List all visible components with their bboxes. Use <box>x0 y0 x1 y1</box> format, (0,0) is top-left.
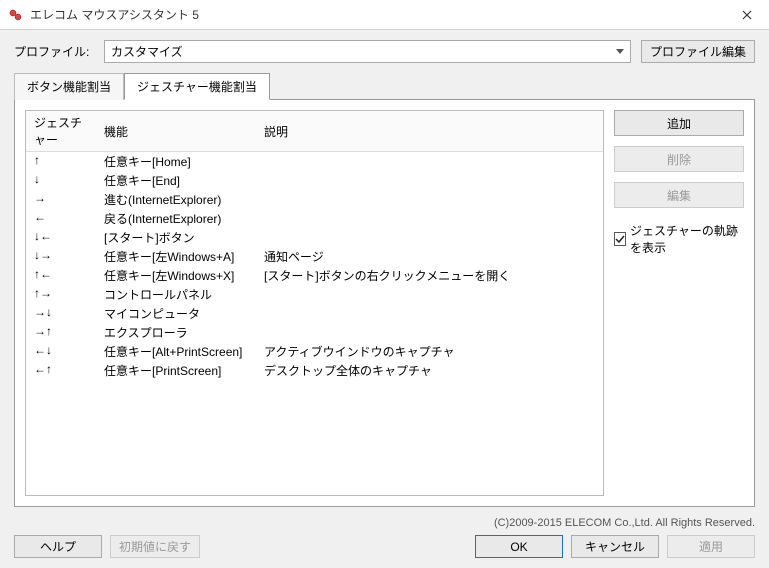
side-buttons: 追加 削除 編集 ジェスチャーの軌跡を表示 <box>614 110 744 496</box>
trajectory-checkbox-row[interactable]: ジェスチャーの軌跡を表示 <box>614 222 744 256</box>
cell-function: コントロールパネル <box>96 285 256 304</box>
copyright: (C)2009-2015 ELECOM Co.,Ltd. All Rights … <box>0 513 769 529</box>
profile-edit-button[interactable]: プロファイル編集 <box>641 40 755 63</box>
tab-button-assign[interactable]: ボタン機能割当 <box>14 73 124 100</box>
profile-value: カスタマイズ <box>111 43 183 60</box>
profile-label: プロファイル: <box>14 43 94 60</box>
tab-panel: ジェスチャー 機能 説明 ↑任意キー[Home]↓任意キー[End]→進む(In… <box>14 99 755 507</box>
table-row[interactable]: ↓←[スタート]ボタン <box>26 228 603 247</box>
table-row[interactable]: ←↓任意キー[Alt+PrintScreen]アクティブウインドウのキャプチャ <box>26 342 603 361</box>
col-function[interactable]: 機能 <box>96 111 256 152</box>
col-gesture[interactable]: ジェスチャー <box>26 111 96 152</box>
table-row[interactable]: ↓任意キー[End] <box>26 171 603 190</box>
cell-description: デスクトップ全体のキャプチャ <box>256 361 603 380</box>
table-row[interactable]: →↑エクスプローラ <box>26 323 603 342</box>
cell-description <box>256 323 603 342</box>
cell-function: 進む(InternetExplorer) <box>96 190 256 209</box>
reset-button[interactable]: 初期値に戻す <box>110 535 200 558</box>
gesture-table: ジェスチャー 機能 説明 ↑任意キー[Home]↓任意キー[End]→進む(In… <box>26 111 603 380</box>
cell-description: アクティブウインドウのキャプチャ <box>256 342 603 361</box>
cell-description: [スタート]ボタンの右クリックメニューを開く <box>256 266 603 285</box>
col-description[interactable]: 説明 <box>256 111 603 152</box>
cell-gesture: ↓ <box>26 171 96 190</box>
cell-function: エクスプローラ <box>96 323 256 342</box>
cell-function: 任意キー[左Windows+X] <box>96 266 256 285</box>
close-icon[interactable] <box>725 0 769 30</box>
gesture-table-wrap: ジェスチャー 機能 説明 ↑任意キー[Home]↓任意キー[End]→進む(In… <box>25 110 604 496</box>
table-row[interactable]: →進む(InternetExplorer) <box>26 190 603 209</box>
cell-function: 任意キー[PrintScreen] <box>96 361 256 380</box>
table-row[interactable]: ↑←任意キー[左Windows+X][スタート]ボタンの右クリックメニューを開く <box>26 266 603 285</box>
cell-gesture: →↑ <box>26 323 96 342</box>
delete-button[interactable]: 削除 <box>614 146 744 172</box>
trajectory-checkbox-label: ジェスチャーの軌跡を表示 <box>630 222 744 256</box>
cell-gesture: ← <box>26 209 96 228</box>
cell-description <box>256 228 603 247</box>
cell-description: 通知ページ <box>256 247 603 266</box>
profile-select[interactable]: カスタマイズ <box>104 40 631 63</box>
cell-gesture: ↑ <box>26 152 96 172</box>
ok-button[interactable]: OK <box>475 535 563 558</box>
cell-gesture: ↓→ <box>26 247 96 266</box>
table-row[interactable]: →↓マイコンピュータ <box>26 304 603 323</box>
cell-description <box>256 152 603 172</box>
cell-gesture: →↓ <box>26 304 96 323</box>
cell-function: マイコンピュータ <box>96 304 256 323</box>
cell-gesture: ↑→ <box>26 285 96 304</box>
table-row[interactable]: ←↑任意キー[PrintScreen]デスクトップ全体のキャプチャ <box>26 361 603 380</box>
cell-description <box>256 304 603 323</box>
table-row[interactable]: ↑→コントロールパネル <box>26 285 603 304</box>
edit-button[interactable]: 編集 <box>614 182 744 208</box>
add-button[interactable]: 追加 <box>614 110 744 136</box>
table-row[interactable]: ←戻る(InternetExplorer) <box>26 209 603 228</box>
cell-function: 任意キー[Home] <box>96 152 256 172</box>
table-row[interactable]: ↑任意キー[Home] <box>26 152 603 172</box>
apply-button[interactable]: 適用 <box>667 535 755 558</box>
table-row[interactable]: ↓→任意キー[左Windows+A]通知ページ <box>26 247 603 266</box>
cell-function: 任意キー[End] <box>96 171 256 190</box>
cell-description <box>256 190 603 209</box>
cell-function: 戻る(InternetExplorer) <box>96 209 256 228</box>
cell-function: 任意キー[左Windows+A] <box>96 247 256 266</box>
tab-strip: ボタン機能割当 ジェスチャー機能割当 <box>14 73 755 100</box>
cell-description <box>256 171 603 190</box>
window-title: エレコム マウスアシスタント 5 <box>30 6 725 23</box>
cell-gesture: ←↑ <box>26 361 96 380</box>
checkbox-checked-icon <box>614 232 626 246</box>
help-button[interactable]: ヘルプ <box>14 535 102 558</box>
cell-gesture: → <box>26 190 96 209</box>
cancel-button[interactable]: キャンセル <box>571 535 659 558</box>
title-bar: エレコム マウスアシスタント 5 <box>0 0 769 30</box>
profile-row: プロファイル: カスタマイズ プロファイル編集 <box>14 40 755 63</box>
cell-function: 任意キー[Alt+PrintScreen] <box>96 342 256 361</box>
cell-description <box>256 209 603 228</box>
cell-gesture: ↑← <box>26 266 96 285</box>
footer: ヘルプ 初期値に戻す OK キャンセル 適用 <box>0 529 769 568</box>
app-icon <box>8 7 24 23</box>
cell-description <box>256 285 603 304</box>
cell-gesture: ↓← <box>26 228 96 247</box>
tab-gesture-assign[interactable]: ジェスチャー機能割当 <box>124 73 270 100</box>
cell-function: [スタート]ボタン <box>96 228 256 247</box>
cell-gesture: ←↓ <box>26 342 96 361</box>
